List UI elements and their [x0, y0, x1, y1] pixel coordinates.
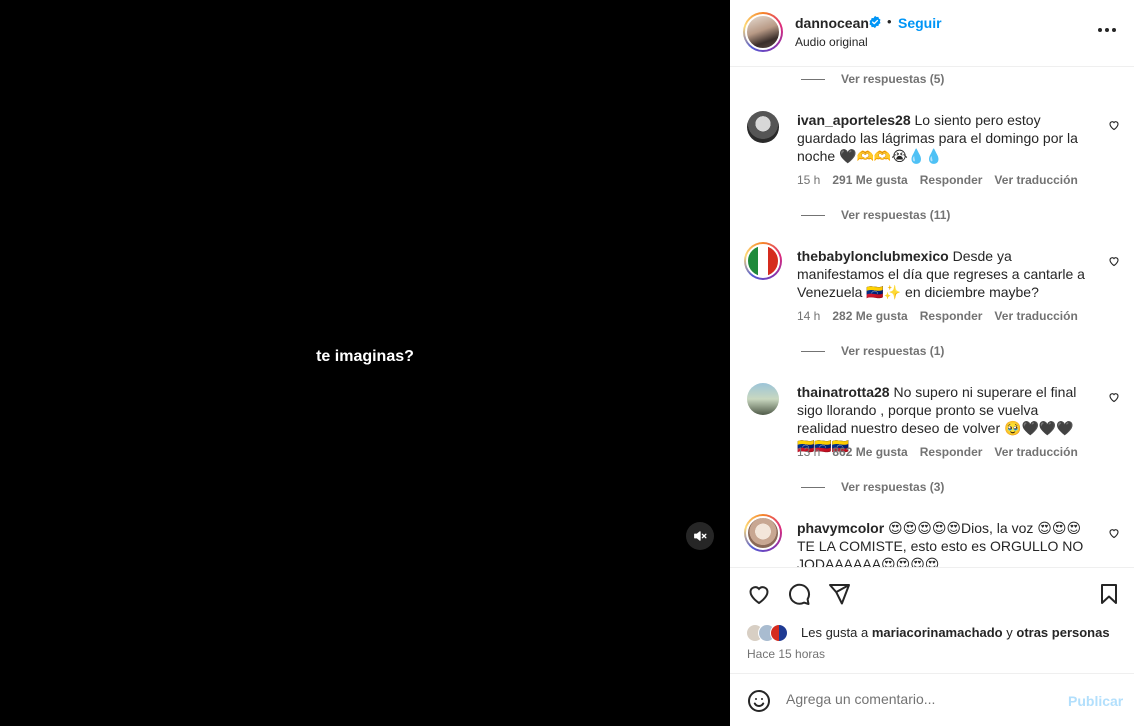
comment-username[interactable]: phavymcolor [797, 520, 884, 536]
view-replies-link[interactable]: Ver respuestas (3) [801, 479, 944, 495]
liker-avatars[interactable] [746, 623, 788, 643]
mute-button[interactable] [686, 522, 714, 550]
bookmark-icon[interactable] [1097, 582, 1121, 606]
translate-button[interactable]: Ver traducción [994, 445, 1077, 459]
comment-username[interactable]: thainatrotta28 [797, 384, 890, 400]
comment-time: 14 h [797, 309, 821, 323]
comment-likes[interactable]: 862 Me gusta [832, 445, 907, 459]
view-replies-link[interactable]: Ver respuestas (11) [801, 207, 950, 223]
publish-button[interactable]: Publicar [1068, 693, 1123, 709]
paper-plane-icon[interactable] [827, 582, 851, 606]
post-time[interactable]: Hace 15 horas [747, 647, 825, 661]
header-separator: • [887, 14, 892, 29]
author-username[interactable]: dannocean [795, 15, 869, 31]
verified-badge-icon [869, 15, 881, 29]
comment-meta: 15 h 291 Me gusta Responder Ver traducci… [797, 173, 1078, 187]
reply-button[interactable]: Responder [920, 445, 983, 459]
commenter-avatar[interactable] [744, 514, 782, 552]
reply-button[interactable]: Responder [920, 173, 983, 187]
likes-prefix: Les gusta a [801, 625, 869, 640]
liker-avatar [770, 624, 788, 642]
commenter-avatar[interactable] [747, 383, 779, 415]
translate-button[interactable]: Ver traducción [994, 173, 1077, 187]
comment-meta: 14 h 282 Me gusta Responder Ver traducci… [797, 309, 1078, 323]
follow-button[interactable]: Seguir [898, 15, 942, 31]
more-options-icon[interactable] [1098, 20, 1116, 40]
video-caption-overlay: te imaginas? [316, 348, 414, 365]
comments-list[interactable]: Ver respuestas (5) ivan_aporteles28 Lo s… [730, 67, 1134, 567]
translate-button[interactable]: Ver traducción [994, 309, 1077, 323]
comment-username[interactable]: ivan_aporteles28 [797, 112, 911, 128]
post-side-panel: dannocean • Seguir Audio original Ver re… [730, 0, 1134, 726]
comment-like-heart-icon[interactable] [1108, 255, 1120, 267]
heart-icon[interactable] [747, 582, 771, 606]
post-header: dannocean • Seguir Audio original [730, 0, 1134, 67]
reply-button[interactable]: Responder [920, 309, 983, 323]
comment-like-heart-icon[interactable] [1108, 391, 1120, 403]
comment-meta: 13 h 862 Me gusta Responder Ver traducci… [797, 445, 1078, 459]
author-avatar[interactable] [743, 12, 783, 52]
comment-body: ivan_aporteles28 Lo siento pero estoy gu… [797, 111, 1087, 165]
view-replies-link[interactable]: Ver respuestas (1) [801, 343, 944, 359]
add-comment-bar: Publicar [730, 673, 1134, 726]
comment-time: 15 h [797, 173, 821, 187]
comment-time: 13 h [797, 445, 821, 459]
commenter-avatar[interactable] [744, 242, 782, 280]
liker-username[interactable]: mariacorinamachado [872, 625, 1003, 640]
muted-speaker-icon [694, 531, 707, 541]
comment-like-heart-icon[interactable] [1108, 527, 1120, 539]
video-player[interactable]: te imaginas? [0, 0, 730, 726]
comment-body: thebabylonclubmexico Desde ya manifestam… [797, 247, 1087, 301]
audio-label[interactable]: Audio original [795, 35, 868, 49]
emoji-smiley-icon[interactable] [747, 689, 771, 713]
likes-and: y [1006, 625, 1013, 640]
view-replies-link[interactable]: Ver respuestas (5) [801, 71, 944, 87]
comment-username[interactable]: thebabylonclubmexico [797, 248, 949, 264]
comment-likes[interactable]: 291 Me gusta [832, 173, 907, 187]
likes-others-link[interactable]: otras personas [1016, 625, 1109, 640]
comment-body: phavymcolor 😍😍😍😍😍Dios, la voz 😍😍😍 TE LA … [797, 519, 1087, 567]
comment-bubble-icon[interactable] [787, 582, 811, 606]
likes-summary: Les gusta a mariacorinamachado y otras p… [801, 625, 1110, 640]
comment-like-heart-icon[interactable] [1108, 119, 1120, 131]
comment-likes[interactable]: 282 Me gusta [832, 309, 907, 323]
comment-input[interactable] [786, 691, 1046, 707]
commenter-avatar[interactable] [747, 111, 779, 143]
